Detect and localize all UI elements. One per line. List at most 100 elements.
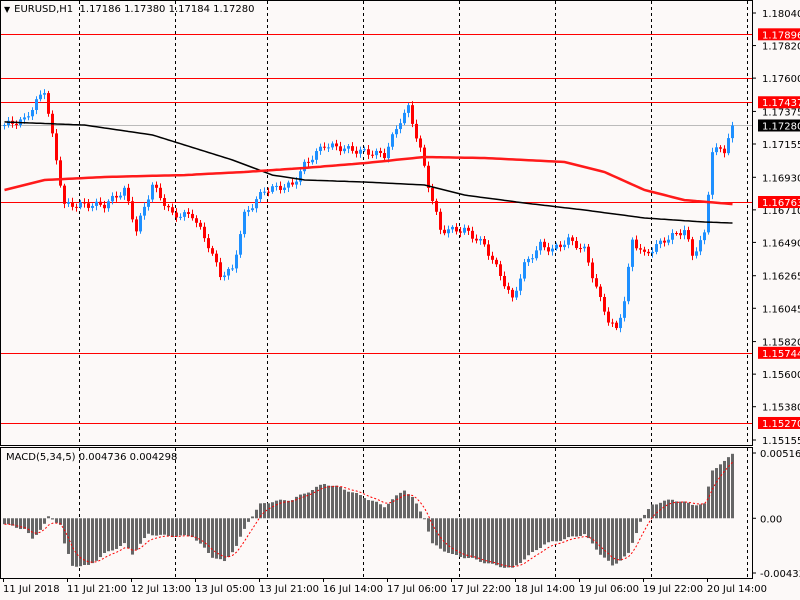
candle-body [495, 259, 498, 265]
macd-histogram-bar [327, 485, 330, 519]
candle-body [603, 296, 606, 312]
candle-body [551, 248, 554, 252]
candle-body [479, 238, 482, 241]
candle-body [471, 230, 474, 239]
candle-body [643, 249, 646, 252]
price-panel [0, 0, 753, 446]
macd-histogram-bar [467, 518, 470, 559]
candle-body [27, 116, 30, 118]
candle-body [87, 203, 90, 208]
candle-body [235, 254, 238, 269]
candle-body [719, 147, 722, 149]
macd-histogram-bar [695, 505, 698, 519]
macd-histogram-bar [539, 518, 542, 548]
macd-histogram-bar [503, 518, 506, 568]
candle-body [563, 244, 566, 248]
macd-histogram-bar [607, 518, 610, 561]
macd-histogram-bar [531, 518, 534, 552]
candle-body [63, 185, 66, 204]
macd-histogram-bar [391, 499, 394, 519]
candle-body [359, 149, 362, 154]
macd-label: MACD(5,34,5) 0.004736 0.004298 [6, 452, 178, 463]
candle-body [519, 278, 522, 291]
candle-body [419, 138, 422, 148]
macd-histogram-bar [367, 500, 370, 519]
candle-body [163, 198, 166, 206]
candle-body [663, 240, 666, 243]
macd-histogram-bar [679, 501, 682, 519]
candle-body [179, 216, 182, 218]
candle-body [639, 248, 642, 250]
macd-histogram-bar [39, 518, 42, 530]
macd-histogram-bar [615, 518, 618, 564]
candle-body [211, 248, 214, 254]
candle-body [71, 202, 74, 207]
macd-histogram-bar [127, 518, 130, 549]
candle-body [707, 194, 710, 233]
candle-body [287, 182, 290, 188]
candle-body [527, 258, 530, 263]
level-price-label: 1.15270 [762, 419, 800, 430]
candle-body [355, 150, 358, 154]
candle-body [151, 184, 154, 200]
macd-histogram-bar [551, 518, 554, 542]
macd-histogram-bar [675, 501, 678, 519]
macd-histogram-bar [103, 518, 106, 553]
macd-histogram-bar [319, 484, 322, 519]
candle-body [623, 301, 626, 318]
macd-tick-label: -0.004333 [760, 569, 800, 580]
candle-body [443, 229, 446, 234]
candle-body [239, 234, 242, 255]
level-price-label: 1.15744 [762, 349, 800, 360]
candle-body [431, 187, 434, 201]
candle-body [595, 278, 598, 287]
macd-histogram-bar [599, 518, 602, 555]
macd-histogram-bar [459, 518, 462, 557]
candle-body [691, 239, 694, 256]
candle-body [311, 159, 314, 163]
candle-body [391, 134, 394, 147]
macd-histogram-bar [51, 518, 54, 520]
macd-histogram-bar [575, 518, 578, 537]
candle-body [367, 149, 370, 155]
macd-histogram-bar [631, 518, 634, 543]
macd-histogram-bar [443, 518, 446, 552]
candle-body [695, 251, 698, 256]
dropdown-triangle-icon[interactable]: ▼ [4, 5, 10, 14]
candle-body [123, 187, 126, 196]
price-chart[interactable]: 1.180401.178201.176001.173751.171551.169… [0, 0, 800, 600]
time-tick-label: 18 Jul 14:00 [515, 584, 575, 595]
macd-histogram-bar [563, 518, 566, 540]
candle-body [475, 238, 478, 241]
candle-body [631, 239, 634, 267]
candle-body [23, 117, 26, 120]
macd-histogram-bar [247, 518, 250, 522]
macd-histogram-bar [655, 504, 658, 519]
candle-body [651, 251, 654, 254]
candle-body [439, 211, 442, 230]
candle-body [535, 250, 538, 259]
candle-body [59, 160, 62, 186]
macd-histogram-bar [535, 518, 538, 551]
macd-histogram-bar [87, 518, 90, 565]
macd-histogram-bar [511, 518, 514, 568]
macd-histogram-bar [335, 485, 338, 519]
candle-body [403, 112, 406, 124]
candle-body [75, 206, 78, 208]
candle-body [579, 248, 582, 250]
time-tick-label: 12 Jul 13:00 [131, 584, 191, 595]
macd-histogram-bar [371, 500, 374, 519]
candle-body [127, 187, 130, 202]
macd-histogram-bar [183, 518, 186, 536]
candle-body [703, 232, 706, 241]
candle-body [283, 187, 286, 190]
macd-histogram-bar [643, 514, 646, 519]
macd-histogram-bar [419, 511, 422, 519]
macd-histogram-bar [91, 518, 94, 564]
candle-body [683, 230, 686, 236]
macd-histogram-bar [151, 518, 154, 536]
macd-histogram-bar [507, 518, 510, 568]
candle-body [547, 247, 550, 252]
candle-body [387, 146, 390, 159]
candle-body [199, 222, 202, 227]
